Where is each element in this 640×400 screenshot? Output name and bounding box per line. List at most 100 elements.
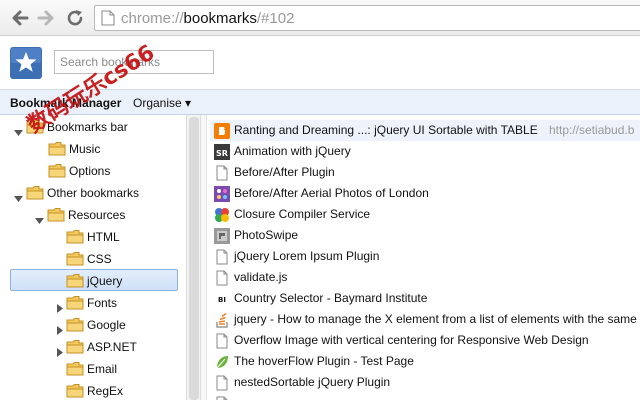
blogger-icon bbox=[214, 123, 230, 139]
tree-item-label: jQuery bbox=[87, 274, 123, 288]
page-icon bbox=[214, 375, 230, 391]
bookmark-title: nestedSortable jQuery Plugin bbox=[234, 375, 391, 389]
tree-item-css[interactable]: CSS bbox=[0, 249, 186, 269]
bookmark-title: Country Selector - Baymard Institute bbox=[234, 291, 428, 305]
pane-splitter[interactable] bbox=[201, 115, 207, 400]
tree-item-fonts[interactable]: Fonts bbox=[0, 293, 186, 313]
baymard-icon: BI bbox=[214, 291, 230, 307]
tree-item-label: Fonts bbox=[87, 296, 118, 310]
page-icon bbox=[214, 333, 230, 349]
folder-icon bbox=[66, 361, 84, 376]
tree-item-label: RegEx bbox=[87, 384, 124, 398]
purple-dots-icon bbox=[214, 186, 230, 202]
tree-item-html[interactable]: HTML bbox=[0, 227, 186, 247]
folder-icon bbox=[66, 273, 84, 288]
collapsed-arrow-icon[interactable] bbox=[55, 321, 64, 335]
tree-item-label: Other bookmarks bbox=[47, 186, 140, 200]
folder-icon bbox=[48, 141, 66, 156]
bookmark-row[interactable]: SR Animation with jQuery bbox=[210, 141, 640, 162]
bookmark-row[interactable]: Before/After Plugin bbox=[210, 162, 640, 183]
tree-scrollbar[interactable] bbox=[186, 115, 201, 400]
page-icon bbox=[214, 249, 230, 265]
folder-icon bbox=[26, 185, 44, 200]
tree-item-google[interactable]: Google bbox=[0, 315, 186, 335]
folder-icon bbox=[66, 339, 84, 354]
bookmark-title: PhotoSwipe bbox=[234, 228, 299, 242]
tree-item-label: Music bbox=[69, 142, 101, 156]
bookmark-row[interactable]: Ranting and Dreaming ...: jQuery UI Sort… bbox=[210, 120, 640, 141]
organise-menu[interactable]: Organise ▾ bbox=[133, 96, 191, 110]
bookmark-title: Before/After Plugin bbox=[234, 165, 335, 179]
bookmark-row[interactable] bbox=[210, 393, 640, 400]
reload-button[interactable] bbox=[64, 7, 86, 29]
forward-arrow-icon bbox=[37, 10, 54, 26]
address-bar[interactable]: chrome://bookmarks/#102 bbox=[94, 5, 640, 31]
folder-icon bbox=[66, 251, 84, 266]
bookmark-row[interactable]: Closure Compiler Service bbox=[210, 204, 640, 225]
back-arrow-icon bbox=[12, 10, 29, 26]
folder-tree: Bookmarks bar Music Options Other bookmarks… bbox=[0, 115, 186, 400]
bookmark-title: Animation with jQuery bbox=[234, 144, 351, 158]
bookmark-list: Ranting and Dreaming ...: jQuery UI Sort… bbox=[208, 115, 640, 400]
green-leaf-icon bbox=[214, 354, 230, 370]
folder-icon bbox=[66, 317, 84, 332]
forward-button[interactable] bbox=[35, 7, 57, 29]
expanded-arrow-icon[interactable] bbox=[14, 123, 23, 136]
bookmark-title: validate.js bbox=[234, 270, 288, 284]
tree-item-options[interactable]: Options bbox=[0, 161, 186, 181]
photoswipe-icon bbox=[214, 228, 230, 244]
folder-icon bbox=[66, 229, 84, 244]
scrollbar-thumb[interactable] bbox=[189, 117, 199, 400]
bookmark-url: http://setiabud.b bbox=[549, 123, 635, 137]
address-url: chrome://bookmarks/#102 bbox=[121, 10, 295, 27]
tree-item-other-bookmarks[interactable]: Other bookmarks bbox=[0, 183, 186, 203]
bookmark-title: The hoverFlow Plugin - Test Page bbox=[234, 354, 414, 368]
folder-icon bbox=[66, 383, 84, 398]
tree-item-asp-net[interactable]: ASP.NET bbox=[0, 337, 186, 357]
tree-item-label: Options bbox=[69, 164, 111, 178]
tree-item-label: ASP.NET bbox=[87, 340, 137, 354]
sr-icon: SR bbox=[214, 144, 230, 160]
tree-item-music[interactable]: Music bbox=[0, 139, 186, 159]
bookmark-star-logo-icon bbox=[10, 47, 42, 79]
back-button[interactable] bbox=[9, 7, 31, 29]
reload-icon bbox=[67, 10, 83, 26]
folder-icon bbox=[66, 295, 84, 310]
bookmark-title: Closure Compiler Service bbox=[234, 207, 371, 221]
bookmark-row[interactable]: jquery - How to manage the X element fro… bbox=[210, 309, 640, 330]
tree-item-label: HTML bbox=[87, 230, 120, 244]
collapsed-arrow-icon[interactable] bbox=[55, 343, 64, 357]
bookmark-title: Ranting and Dreaming ...: jQuery UI Sort… bbox=[234, 123, 538, 137]
bookmark-title: jquery - How to manage the X element fro… bbox=[234, 312, 637, 326]
page-icon bbox=[214, 270, 230, 286]
bookmark-row[interactable]: PhotoSwipe bbox=[210, 225, 640, 246]
folder-icon bbox=[48, 163, 66, 178]
bookmark-title: jQuery Lorem Ipsum Plugin bbox=[234, 249, 380, 263]
folder-icon bbox=[47, 207, 65, 222]
collapsed-arrow-icon[interactable] bbox=[55, 299, 64, 313]
tree-item-label: CSS bbox=[87, 252, 112, 266]
tree-item-jquery[interactable]: jQuery bbox=[0, 269, 186, 291]
tree-item-label: Resources bbox=[68, 208, 126, 222]
svg-text:SR: SR bbox=[216, 149, 228, 158]
page-icon bbox=[214, 165, 230, 181]
tree-item-email[interactable]: Email bbox=[0, 359, 186, 379]
tree-item-label: Google bbox=[87, 318, 126, 332]
tree-item-resources[interactable]: Resources bbox=[0, 205, 186, 225]
bookmark-row[interactable]: BI Country Selector - Baymard Institute bbox=[210, 288, 640, 309]
bookmark-title: Before/After Aerial Photos of London bbox=[234, 186, 429, 200]
google-code-icon bbox=[214, 207, 230, 223]
expanded-arrow-icon[interactable] bbox=[35, 211, 44, 224]
bookmark-row[interactable]: Overflow Image with vertical centering f… bbox=[210, 330, 640, 351]
expanded-arrow-icon[interactable] bbox=[14, 189, 23, 202]
bookmark-title: Overflow Image with vertical centering f… bbox=[234, 333, 589, 347]
bookmark-row[interactable]: Before/After Aerial Photos of London bbox=[210, 183, 640, 204]
stackoverflow-icon bbox=[214, 312, 230, 328]
bookmark-row[interactable]: jQuery Lorem Ipsum Plugin bbox=[210, 246, 640, 267]
bookmark-row[interactable]: The hoverFlow Plugin - Test Page bbox=[210, 351, 640, 372]
bookmark-row[interactable]: nestedSortable jQuery Plugin bbox=[210, 372, 640, 393]
tree-item-regex[interactable]: RegEx bbox=[0, 381, 186, 400]
page-icon bbox=[101, 10, 115, 26]
tree-item-label: Email bbox=[87, 362, 118, 376]
bookmark-row[interactable]: validate.js bbox=[210, 267, 640, 288]
